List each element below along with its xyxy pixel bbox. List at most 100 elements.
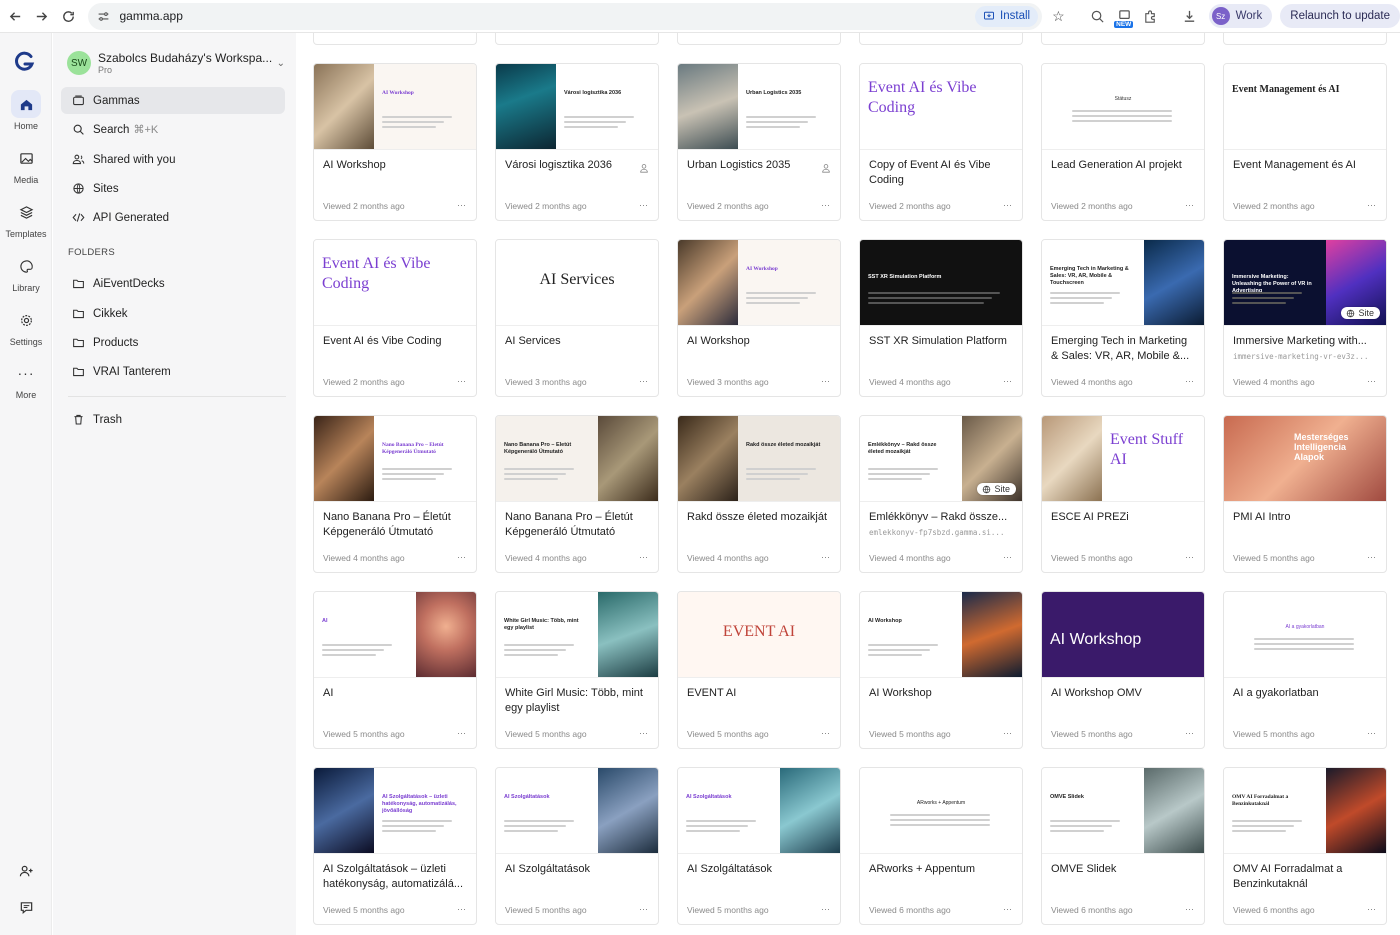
- card-thumbnail[interactable]: AI a gyakorlatban: [1224, 592, 1386, 678]
- rail-settings[interactable]: Settings: [0, 306, 52, 347]
- card-thumbnail[interactable]: Városi logisztika 2036: [496, 64, 658, 150]
- extensions-puzzle-icon[interactable]: [1138, 2, 1165, 30]
- rail-more[interactable]: ··· More: [0, 359, 52, 400]
- card-more-icon[interactable]: ···: [1003, 376, 1012, 386]
- gamma-card[interactable]: Urban Logistics 2035 Urban Logistics 2035…: [677, 63, 841, 221]
- gamma-card[interactable]: AI a gyakorlatban AI a gyakorlatban Viewed…: [1223, 591, 1387, 749]
- card-more-icon[interactable]: ···: [1367, 904, 1376, 914]
- card-more-icon[interactable]: ···: [457, 376, 466, 386]
- card-more-icon[interactable]: ···: [639, 200, 648, 210]
- card-thumbnail[interactable]: Emerging Tech in Marketing & Sales: VR, …: [1042, 240, 1204, 326]
- gamma-card[interactable]: AI Szolgáltatások AI Szolgáltatások Viewed…: [495, 767, 659, 925]
- card-thumbnail[interactable]: OMVE Slidek: [1042, 768, 1204, 854]
- card-thumbnail[interactable]: AI Workshop: [1042, 592, 1204, 678]
- card-thumbnail[interactable]: AI Szolgáltatások: [496, 768, 658, 854]
- gamma-card[interactable]: AI Workshop AI Workshop Viewed 5 months ag…: [859, 591, 1023, 749]
- card-more-icon[interactable]: ···: [1367, 728, 1376, 738]
- extension-new-icon[interactable]: NEW: [1111, 2, 1138, 30]
- card-thumbnail[interactable]: Event Management és AI: [1224, 64, 1386, 150]
- card-partial[interactable]: [495, 33, 659, 45]
- card-thumbnail[interactable]: OMV AI Forradalmat a Benzinkutaknál: [1224, 768, 1386, 854]
- sidebar-item-gammas[interactable]: Gammas: [61, 87, 285, 114]
- card-more-icon[interactable]: ···: [1003, 728, 1012, 738]
- bookmark-star-icon[interactable]: ☆: [1052, 8, 1065, 25]
- card-more-icon[interactable]: ···: [1367, 376, 1376, 386]
- card-thumbnail[interactable]: EVENT AI: [678, 592, 840, 678]
- sidebar-item-api-generated[interactable]: API Generated: [61, 204, 285, 231]
- site-settings-icon[interactable]: [96, 8, 112, 24]
- gamma-card[interactable]: AI Szolgáltatások AI Szolgáltatások Viewed…: [677, 767, 841, 925]
- card-thumbnail[interactable]: Mesterséges Intelligencia Alapok: [1224, 416, 1386, 502]
- gamma-card[interactable]: ARworks + Appentum ARworks + Appentum View…: [859, 767, 1023, 925]
- gamma-card[interactable]: AI Workshop AI Workshop Viewed 3 months ag…: [677, 239, 841, 397]
- sidebar-item-shared[interactable]: Shared with you: [61, 146, 285, 173]
- card-more-icon[interactable]: ···: [821, 728, 830, 738]
- card-more-icon[interactable]: ···: [639, 376, 648, 386]
- gamma-card[interactable]: Státusz Lead Generation AI projekt Viewed …: [1041, 63, 1205, 221]
- card-more-icon[interactable]: ···: [639, 552, 648, 562]
- card-more-icon[interactable]: ···: [1185, 904, 1194, 914]
- card-thumbnail[interactable]: Nano Banana Pro – Életút Képgeneráló Útm…: [496, 416, 658, 502]
- gamma-card[interactable]: Emlékkönyv – Rakd össze életed mozaikját…: [859, 415, 1023, 573]
- gamma-card[interactable]: Event Stuff AI ESCE AI PREZi Viewed 5 mont…: [1041, 415, 1205, 573]
- card-more-icon[interactable]: ···: [1185, 200, 1194, 210]
- card-more-icon[interactable]: ···: [821, 376, 830, 386]
- gamma-card[interactable]: White Girl Music: Több, mint egy playlis…: [495, 591, 659, 749]
- gamma-card[interactable]: AI Workshop AI Workshop Viewed 2 months ag…: [313, 63, 477, 221]
- rail-home[interactable]: Home: [0, 90, 52, 131]
- card-more-icon[interactable]: ···: [1185, 552, 1194, 562]
- card-more-icon[interactable]: ···: [457, 904, 466, 914]
- gamma-card[interactable]: EVENT AI EVENT AI Viewed 5 months ago ···: [677, 591, 841, 749]
- card-partial[interactable]: [1223, 33, 1387, 45]
- gamma-logo-icon[interactable]: [14, 51, 36, 73]
- card-thumbnail[interactable]: Event AI és Vibe Coding: [860, 64, 1022, 150]
- folder-item[interactable]: AiEventDecks: [61, 270, 285, 297]
- card-thumbnail[interactable]: Nano Banana Pro – Életút Képgeneráló Útm…: [314, 416, 476, 502]
- card-thumbnail[interactable]: SST XR Simulation Platform: [860, 240, 1022, 326]
- gamma-card[interactable]: AI Services AI Services Viewed 3 months ag…: [495, 239, 659, 397]
- card-partial[interactable]: [313, 33, 477, 45]
- gamma-card[interactable]: Event AI és Vibe Coding Event AI és Vibe …: [313, 239, 477, 397]
- card-thumbnail[interactable]: Event Stuff AI: [1042, 416, 1204, 502]
- folder-item[interactable]: VRAI Tanterem: [61, 358, 285, 385]
- card-more-icon[interactable]: ···: [1003, 904, 1012, 914]
- card-thumbnail[interactable]: Event AI és Vibe Coding: [314, 240, 476, 326]
- gamma-card[interactable]: Emerging Tech in Marketing & Sales: VR, …: [1041, 239, 1205, 397]
- folder-item[interactable]: Products: [61, 329, 285, 356]
- rail-templates[interactable]: Templates: [0, 198, 52, 239]
- gamma-card[interactable]: Event Management és AI Event Management é…: [1223, 63, 1387, 221]
- download-icon[interactable]: [1176, 2, 1203, 30]
- card-more-icon[interactable]: ···: [1003, 200, 1012, 210]
- card-thumbnail[interactable]: AI Workshop: [314, 64, 476, 150]
- forward-icon[interactable]: [29, 2, 56, 30]
- card-thumbnail[interactable]: Rakd össze életed mozaikját: [678, 416, 840, 502]
- card-thumbnail[interactable]: AI Workshop: [860, 592, 1022, 678]
- card-thumbnail[interactable]: ARworks + Appentum: [860, 768, 1022, 854]
- card-partial[interactable]: [677, 33, 841, 45]
- gamma-card[interactable]: Rakd össze életed mozaikját Rakd össze él…: [677, 415, 841, 573]
- card-partial[interactable]: [859, 33, 1023, 45]
- invite-button[interactable]: [0, 857, 52, 885]
- card-thumbnail[interactable]: Emlékkönyv – Rakd össze életed mozaikját…: [860, 416, 1022, 502]
- sidebar-item-trash[interactable]: Trash: [61, 406, 285, 433]
- card-thumbnail[interactable]: AI Services: [496, 240, 658, 326]
- feedback-button[interactable]: [0, 893, 52, 921]
- rail-library[interactable]: Library: [0, 252, 52, 293]
- card-more-icon[interactable]: ···: [639, 728, 648, 738]
- card-more-icon[interactable]: ···: [457, 728, 466, 738]
- card-thumbnail[interactable]: AI Workshop: [678, 240, 840, 326]
- address-bar[interactable]: gamma.app Install: [87, 2, 1043, 30]
- gamma-card[interactable]: Immersive Marketing: Unleashing the Powe…: [1223, 239, 1387, 397]
- card-more-icon[interactable]: ···: [1185, 728, 1194, 738]
- gamma-card[interactable]: SST XR Simulation Platform SST XR Simulat…: [859, 239, 1023, 397]
- card-more-icon[interactable]: ···: [1367, 200, 1376, 210]
- back-icon[interactable]: [2, 2, 29, 30]
- card-more-icon[interactable]: ···: [821, 200, 830, 210]
- card-thumbnail[interactable]: Urban Logistics 2035: [678, 64, 840, 150]
- gamma-card[interactable]: OMVE Slidek OMVE Slidek Viewed 6 months ag…: [1041, 767, 1205, 925]
- gamma-card[interactable]: OMV AI Forradalmat a Benzinkutaknál OMV A…: [1223, 767, 1387, 925]
- gamma-card[interactable]: Mesterséges Intelligencia Alapok PMI AI I…: [1223, 415, 1387, 573]
- card-thumbnail[interactable]: Immersive Marketing: Unleashing the Powe…: [1224, 240, 1386, 326]
- card-partial[interactable]: [1041, 33, 1205, 45]
- gamma-card[interactable]: Nano Banana Pro – Életút Képgeneráló Útm…: [495, 415, 659, 573]
